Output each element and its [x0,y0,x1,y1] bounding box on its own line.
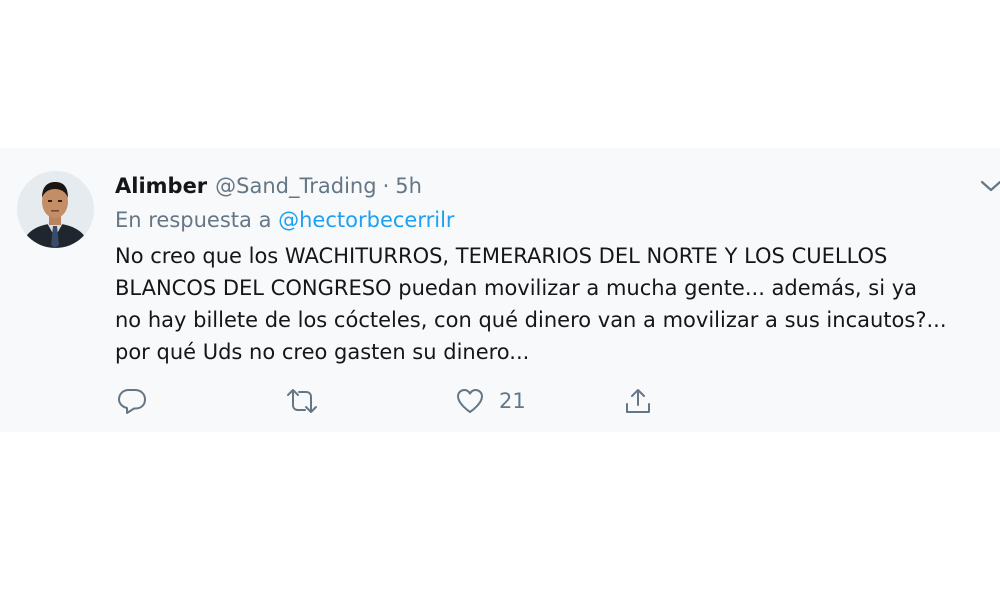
reply-prefix: En respuesta a [115,208,272,232]
reply-button[interactable] [117,384,147,418]
tweet-header: Alimber @Sand_Trading · 5h [115,170,422,202]
retweet-arrows-icon [285,386,319,416]
heart-icon [455,386,485,416]
share-upload-icon [623,386,653,416]
avatar[interactable] [17,171,94,248]
chevron-down-icon[interactable] [980,178,1000,192]
like-count: 21 [499,389,526,413]
tweet-text-line: no hay billete de los cócteles, con qué … [115,308,947,332]
like-button[interactable]: 21 [455,384,526,418]
author-name[interactable]: Alimber [115,170,207,202]
reply-context: En respuesta a @hectorbecerrilr [115,204,455,236]
tweet-card[interactable]: Alimber @Sand_Trading · 5h En respuesta … [0,148,1000,432]
tweet-timestamp[interactable]: 5h [395,170,422,202]
retweet-button[interactable] [285,384,319,418]
tweet-text-line: No creo que los WACHITURROS, TEMERARIOS … [115,244,888,268]
separator-dot: · [382,174,390,198]
reply-mention-link[interactable]: @hectorbecerrilr [278,208,454,232]
speech-bubble-icon [117,386,147,416]
avatar-image [17,171,94,248]
tweet-text-line: por qué Uds no creo gasten su dinero... [115,340,530,364]
tweet-text: No creo que los WACHITURROS, TEMERARIOS … [115,240,1000,368]
share-button[interactable] [623,384,653,418]
tweet-text-line: BLANCOS DEL CONGRESO puedan movilizar a … [115,276,918,300]
author-handle[interactable]: @Sand_Trading [215,170,376,202]
